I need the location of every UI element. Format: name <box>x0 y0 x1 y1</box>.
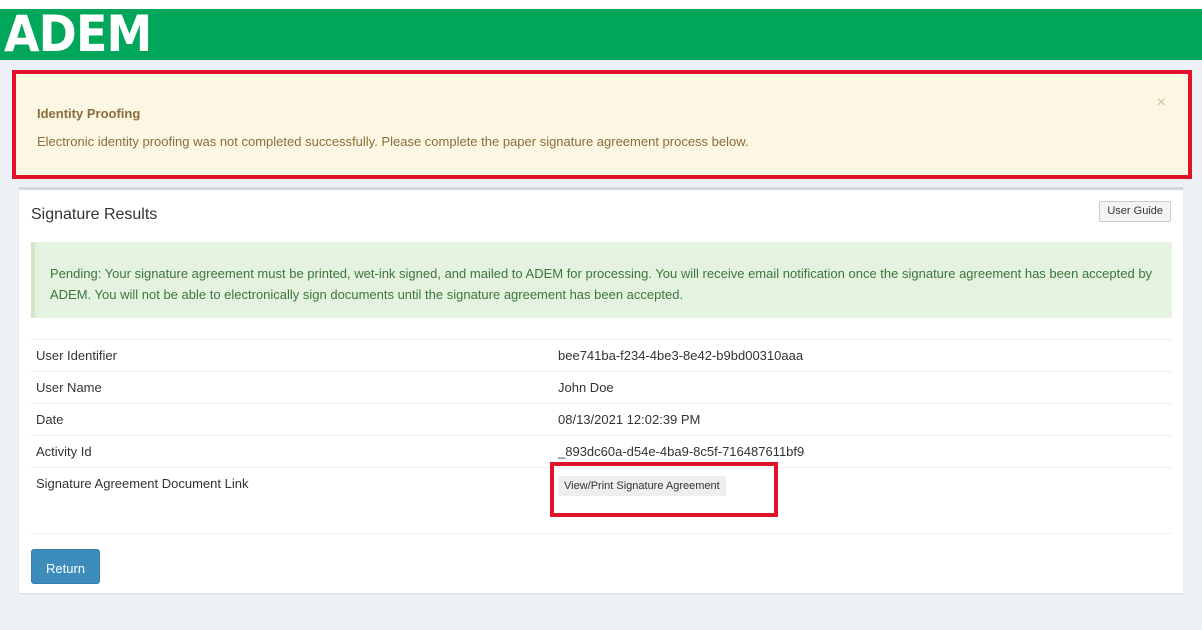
close-icon[interactable]: × <box>1157 94 1166 112</box>
table-row: Date 08/13/2021 12:02:39 PM <box>31 403 1172 435</box>
row-label: User Name <box>36 380 102 395</box>
box-title: Signature Results <box>31 206 158 223</box>
identity-proofing-callout: Identity Proofing Electronic identity pr… <box>12 70 1192 179</box>
row-value: _893dc60a-d54e-4ba9-8c5f-716487611bf9 <box>558 444 805 459</box>
row-value: 08/13/2021 12:02:39 PM <box>558 412 701 427</box>
table-row: User Identifier bee741ba-f234-4be3-8e42-… <box>31 339 1172 371</box>
row-label: Date <box>36 412 64 427</box>
highlight-box <box>550 462 778 517</box>
signature-results-box: Signature Results User Guide Pending: Yo… <box>19 187 1183 593</box>
logo-text: ADEM <box>4 5 152 63</box>
row-label: Activity Id <box>36 444 92 459</box>
callout-message: Electronic identity proofing was not com… <box>37 134 749 149</box>
adem-logo[interactable]: ADEM <box>4 5 152 63</box>
doc-link-label: Signature Agreement Document Link <box>36 476 249 491</box>
table-row: User Name John Doe <box>31 371 1172 403</box>
return-button[interactable]: Return <box>31 549 100 584</box>
callout-title: Identity Proofing <box>37 106 141 121</box>
row-value: bee741ba-f234-4be3-8e42-b9bd00310aaa <box>558 348 804 363</box>
user-guide-button[interactable]: User Guide <box>1099 201 1171 222</box>
top-header: ADEM <box>0 9 1202 60</box>
row-value: John Doe <box>558 380 614 395</box>
pending-alert: Pending: Your signature agreement must b… <box>31 242 1172 318</box>
row-label: User Identifier <box>36 348 117 363</box>
